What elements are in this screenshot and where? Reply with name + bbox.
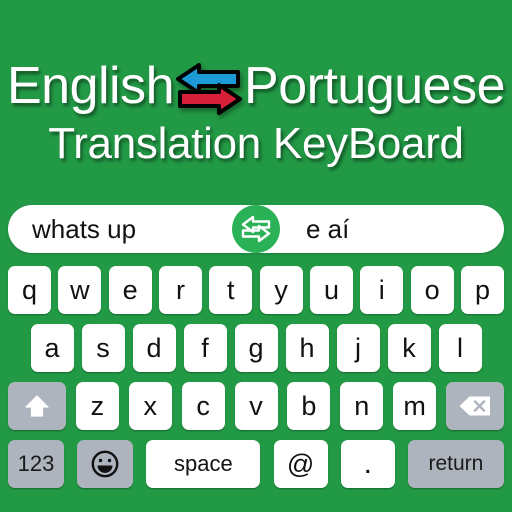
key-u[interactable]: u	[309, 266, 353, 314]
key-k[interactable]: k	[387, 324, 431, 372]
key-p[interactable]: p	[460, 266, 504, 314]
emoji-key[interactable]	[77, 440, 134, 488]
app-root: English Portuguese Translation KeyBoard …	[0, 0, 512, 512]
key-r[interactable]: r	[158, 266, 202, 314]
keyboard-row-1: q w e r t y u i o p	[0, 264, 512, 316]
return-key[interactable]: return	[407, 440, 504, 488]
title-language-source: English	[6, 57, 175, 115]
at-key[interactable]: @	[273, 440, 328, 488]
key-g[interactable]: g	[234, 324, 278, 372]
keyboard-row-3: z x c v b n m	[0, 380, 512, 432]
key-n[interactable]: n	[340, 382, 384, 430]
keyboard: q w e r t y u i o p a s d f g h j k l z …	[0, 264, 512, 496]
key-y[interactable]: y	[259, 266, 303, 314]
smiley-face-icon	[90, 449, 120, 479]
key-l[interactable]: l	[438, 324, 482, 372]
key-q[interactable]: q	[8, 266, 51, 314]
title-line-1: English Portuguese	[0, 57, 512, 117]
key-c[interactable]: c	[181, 382, 225, 430]
key-i[interactable]: i	[360, 266, 404, 314]
key-m[interactable]: m	[393, 382, 437, 430]
swap-horizontal-icon	[239, 214, 273, 244]
title-subtitle: Translation KeyBoard	[48, 119, 464, 168]
key-e[interactable]: e	[108, 266, 152, 314]
period-key[interactable]: .	[340, 440, 395, 488]
key-t[interactable]: t	[209, 266, 253, 314]
numeric-key[interactable]: 123	[8, 440, 64, 488]
key-z[interactable]: z	[75, 382, 119, 430]
language-swap-arrows-icon	[172, 61, 246, 117]
backspace-icon	[458, 395, 492, 417]
key-b[interactable]: b	[287, 382, 331, 430]
space-key[interactable]: space	[146, 440, 261, 488]
key-d[interactable]: d	[132, 324, 176, 372]
keyboard-row-2: a s d f g h j k l	[0, 322, 512, 374]
key-a[interactable]: a	[30, 324, 74, 372]
target-text-field[interactable]: e aí	[306, 214, 349, 245]
swap-languages-button[interactable]	[232, 205, 280, 253]
shift-arrow-icon	[23, 392, 51, 420]
translate-bar[interactable]: whats up e aí	[8, 205, 504, 253]
source-text-field[interactable]: whats up	[32, 214, 136, 245]
key-w[interactable]: w	[58, 266, 102, 314]
key-x[interactable]: x	[128, 382, 172, 430]
key-v[interactable]: v	[234, 382, 278, 430]
keyboard-row-4: 123 space @ . return	[0, 438, 512, 490]
shift-key[interactable]	[8, 382, 66, 430]
title-language-target: Portuguese	[244, 57, 506, 115]
key-s[interactable]: s	[81, 324, 125, 372]
backspace-key[interactable]	[446, 382, 504, 430]
key-f[interactable]: f	[183, 324, 227, 372]
key-j[interactable]: j	[336, 324, 380, 372]
title-area: English Portuguese Translation KeyBoard	[0, 58, 512, 168]
key-o[interactable]: o	[410, 266, 454, 314]
key-h[interactable]: h	[285, 324, 329, 372]
